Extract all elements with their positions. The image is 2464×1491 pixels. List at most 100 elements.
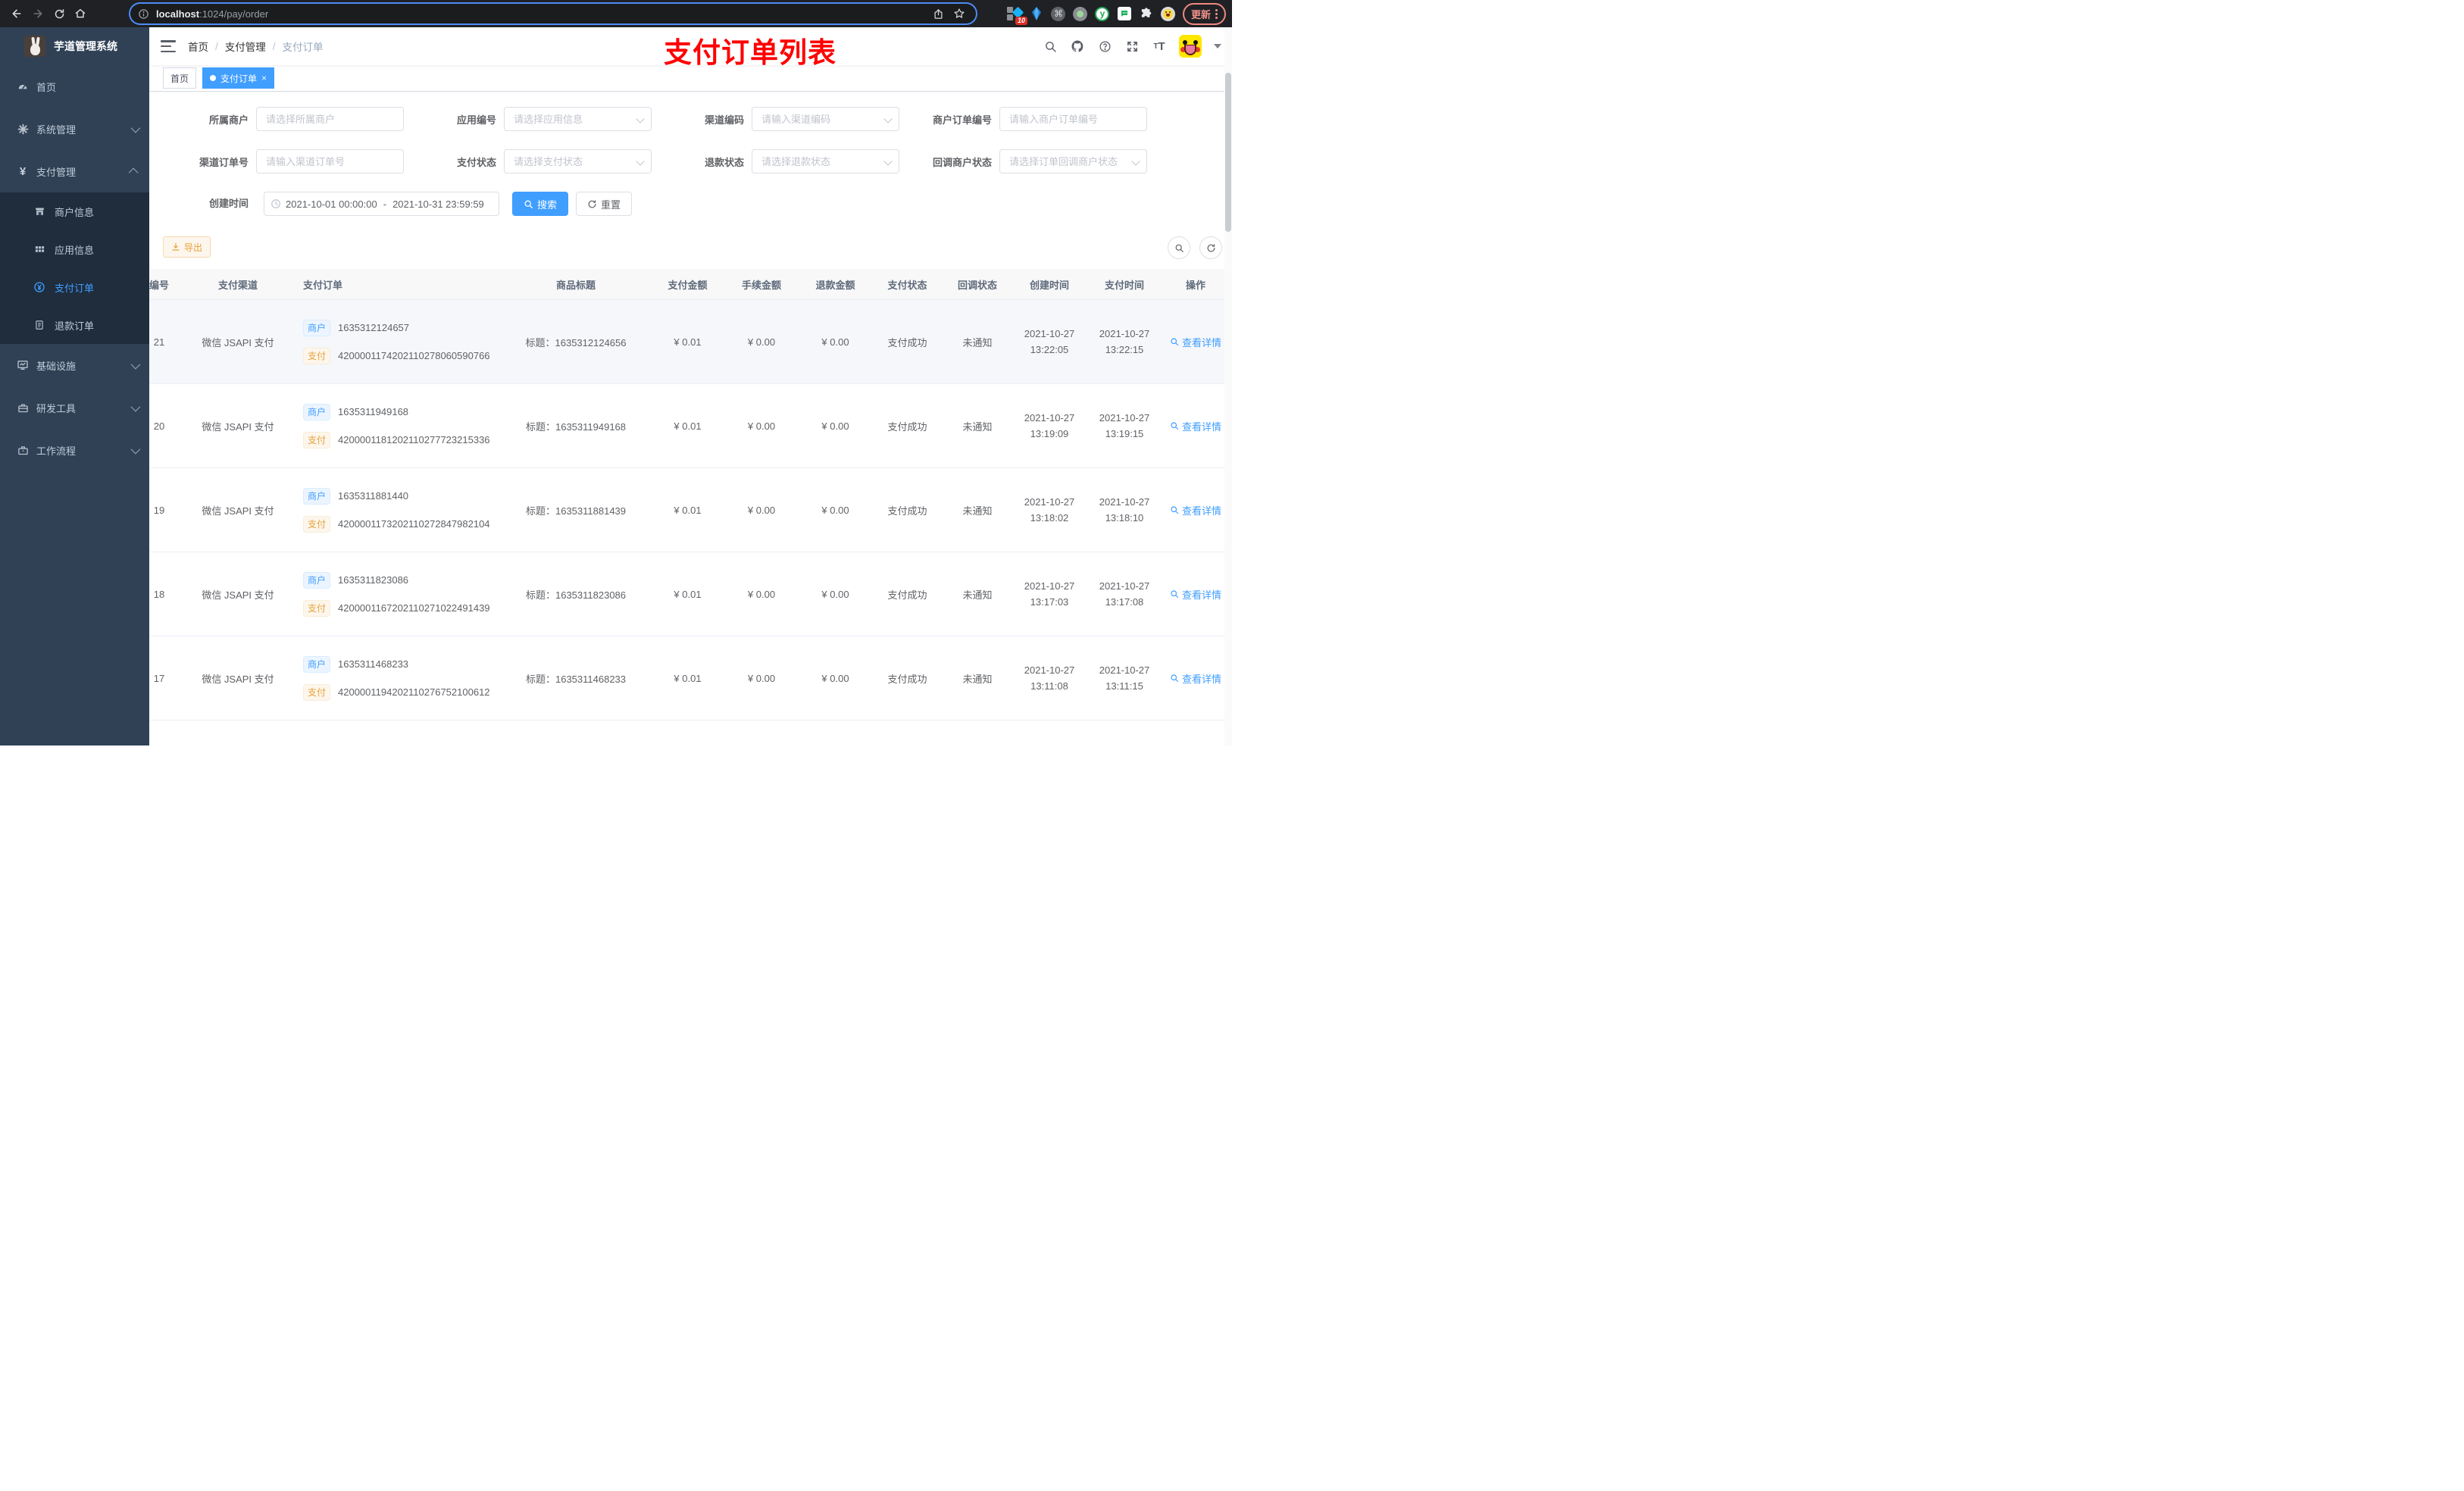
caret-down-icon[interactable] [1214,44,1221,48]
filter-app: 应用编号 [405,107,653,131]
extension-chat-icon[interactable] [1117,6,1132,21]
view-detail-link[interactable]: 查看详情 [1170,419,1221,433]
channel-code-select[interactable] [752,107,899,131]
search-button[interactable]: 搜索 [512,192,569,216]
tab-label: 首页 [170,73,189,84]
tab-pay-order[interactable]: 支付订单 × [202,67,275,89]
channel-order-no-input[interactable] [256,149,404,173]
browser-forward-icon[interactable] [27,3,48,24]
table-row[interactable]: 18 微信 JSAPI 支付 商户 1635311823086 支付 42000… [149,552,1230,636]
pay-tag: 支付 [303,515,331,533]
refund-status-select[interactable] [752,149,899,173]
cell-channel: 微信 JSAPI 支付 [202,336,274,349]
sidebar-item-payment[interactable]: ¥ 支付管理 [0,150,149,192]
sidebar-item-label: 首页 [36,81,57,93]
document-icon [33,319,45,331]
close-icon[interactable]: × [261,73,267,83]
cell-status: 支付成功 [887,336,927,349]
profile-emoji-avatar[interactable] [1161,6,1176,21]
cell-fee: ¥ 0.00 [747,588,776,600]
search-icon[interactable] [1043,39,1058,54]
breadcrumb-separator: / [272,40,276,52]
pay-tag: 支付 [303,683,331,701]
merchant-order-no-input[interactable] [999,107,1147,131]
cell-actions: 查看详情 [1162,671,1230,686]
tab-home[interactable]: 首页 [163,67,197,89]
extension-y-icon[interactable]: y [1095,6,1110,21]
share-icon[interactable] [927,3,949,24]
pay-status-select[interactable] [504,149,652,173]
browser-home-icon[interactable] [70,3,91,24]
magnifier-icon [1171,674,1179,683]
date-separator: - [383,198,387,210]
view-detail-link[interactable]: 查看详情 [1170,587,1221,602]
extension-command-icon[interactable]: ⌘ [1051,6,1066,21]
font-size-icon[interactable]: TT [1152,39,1167,54]
reset-button[interactable]: 重置 [576,192,633,216]
cell-created: 2021-10-27 13:17:03 [1012,578,1087,610]
create-time-range-picker[interactable]: 2021-10-01 00:00:00 - 2021-10-31 23:59:5… [264,192,499,216]
merchant-order-no: 1635311468233 [338,658,409,670]
sidebar-item-system[interactable]: 系统管理 [0,108,149,150]
bookmark-star-icon[interactable] [949,3,970,24]
address-bar[interactable]: localhost:1024/pay/order [129,2,977,25]
cell-refund: ¥ 0.00 [821,672,849,684]
url-text: localhost:1024/pay/order [156,8,927,20]
scrollbar-thumb[interactable] [1225,73,1231,232]
breadcrumb-home[interactable]: 首页 [188,39,208,54]
github-icon[interactable] [1070,39,1085,54]
view-detail-link[interactable]: 查看详情 [1170,671,1221,686]
table-row-partial[interactable]: 商户 1635311351736 [149,720,1230,746]
view-detail-link[interactable]: 查看详情 [1170,503,1221,517]
extension-record-icon[interactable] [1073,6,1088,21]
cell-id: 20 [153,420,165,432]
merchant-order-no: 1635312124657 [338,322,410,333]
merchant-input[interactable] [256,107,404,131]
app-logo[interactable]: 芋道管理系统 [0,27,149,65]
extension-diamond-icon[interactable]: 10 [1006,6,1027,25]
export-button[interactable]: 导出 [163,236,211,258]
user-avatar[interactable] [1179,35,1202,58]
table-row[interactable]: 19 微信 JSAPI 支付 商户 1635311881440 支付 42000… [149,468,1230,552]
paid-date: 2021-10-27 [1099,664,1150,676]
sidebar-item-home[interactable]: 首页 [0,65,149,108]
navbar: 首页 / 支付管理 / 支付订单 支付订单列表 T T [149,27,1232,68]
merchant-tag: 商户 [303,487,331,505]
browser-reload-icon[interactable] [48,3,70,24]
browser-update-button[interactable]: 更新 [1182,2,1226,25]
browser-back-icon[interactable] [6,3,27,24]
fullscreen-icon[interactable] [1124,39,1140,54]
table-row[interactable]: 21 微信 JSAPI 支付 商户 1635312124657 支付 42000… [149,300,1230,384]
sidebar-item-workflow[interactable]: 工作流程 [0,429,149,471]
view-detail-label: 查看详情 [1181,336,1221,349]
sidebar-item-app-info[interactable]: 应用信息 [0,230,149,268]
view-detail-link[interactable]: 查看详情 [1170,335,1221,349]
table-row[interactable]: 17 微信 JSAPI 支付 商户 1635311468233 支付 42000… [149,636,1230,720]
help-icon[interactable] [1097,39,1112,54]
toggle-search-button[interactable] [1168,236,1190,259]
pay-tag: 支付 [303,599,331,617]
extension-gem-icon[interactable] [1029,6,1044,21]
cell-paid: 2021-10-27 13:18:10 [1087,494,1162,526]
refresh-button[interactable] [1199,236,1222,259]
breadcrumb-pay-mgmt[interactable]: 支付管理 [225,39,266,54]
paid-date: 2021-10-27 [1099,412,1150,424]
cell-fee: ¥ 0.00 [747,504,776,516]
site-info-icon[interactable] [136,3,150,24]
sidebar-toggle-icon[interactable] [161,40,176,52]
col-title: 商品标题 [555,279,596,291]
browser-menu-icon[interactable] [1215,8,1218,19]
table-row[interactable]: 20 微信 JSAPI 支付 商户 1635311949168 支付 42000… [149,384,1230,468]
view-detail-label: 查看详情 [1181,505,1221,517]
notify-status-select[interactable] [999,149,1147,173]
sidebar-item-refund-order[interactable]: 退款订单 [0,306,149,344]
app-select[interactable] [504,107,652,131]
cell-notify: 未通知 [962,420,993,433]
cell-channel: 微信 JSAPI 支付 [202,505,274,517]
sidebar-item-infrastructure[interactable]: 基础设施 [0,344,149,386]
sidebar-item-merchant-info[interactable]: 商户信息 [0,192,149,230]
sidebar-item-pay-order[interactable]: 支付订单 [0,268,149,306]
extensions-puzzle-icon[interactable] [1139,6,1154,21]
page-scrollbar[interactable] [1224,27,1232,746]
sidebar-item-dev-tools[interactable]: 研发工具 [0,386,149,429]
